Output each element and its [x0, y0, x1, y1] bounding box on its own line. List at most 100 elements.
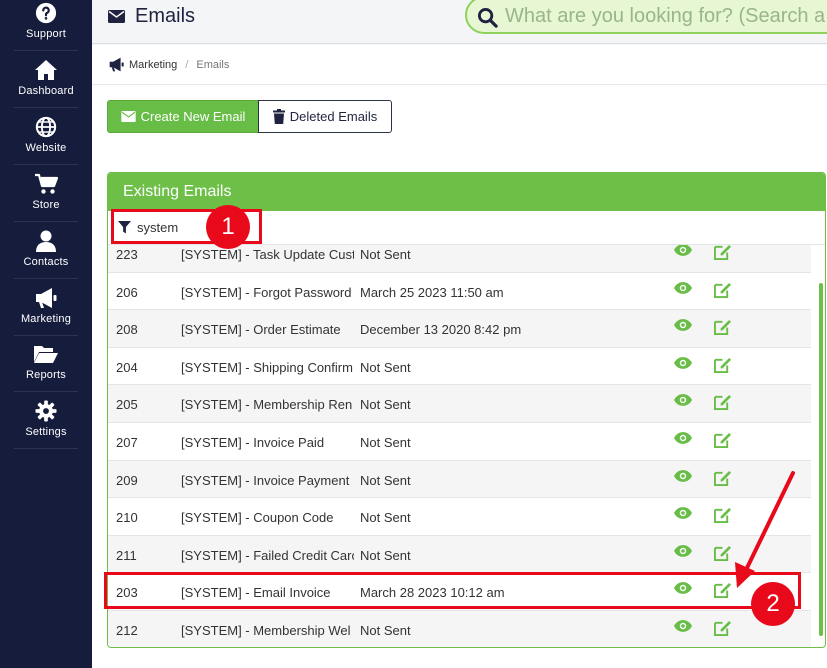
eye-icon	[674, 507, 692, 520]
table-row[interactable]: 209 [SYSTEM] - Invoice Payment Not Sent	[108, 460, 811, 499]
email-id: 203	[116, 585, 138, 601]
edit-icon	[714, 432, 731, 449]
megaphone-icon	[36, 288, 57, 308]
sidebar-item-contacts[interactable]: Contacts	[14, 222, 78, 279]
main-content: Marketing / Emails Create New Email Dele…	[92, 45, 827, 668]
table-row[interactable]: 205 [SYSTEM] - Membership Ren Not Sent	[108, 385, 811, 423]
eye-icon	[674, 244, 692, 256]
eye-icon	[674, 544, 692, 557]
view-email-button[interactable]	[674, 432, 692, 447]
table-row[interactable]: 211 [SYSTEM] - Failed Credit Carc Not Sent	[108, 535, 811, 574]
view-email-button[interactable]	[674, 281, 692, 297]
email-name: [SYSTEM] - Order Estimate	[181, 322, 341, 338]
envelope-icon	[108, 10, 125, 23]
view-email-button[interactable]	[674, 507, 692, 522]
divider	[92, 84, 827, 85]
eye-icon	[674, 469, 692, 482]
home-icon	[35, 60, 57, 80]
sidebar-item-label: Website	[25, 142, 67, 154]
email-sent-date: Not Sent	[360, 397, 411, 413]
view-email-button[interactable]	[674, 620, 692, 635]
view-email-button[interactable]	[674, 394, 692, 409]
breadcrumb-marketing-link[interactable]: Marketing	[129, 59, 177, 71]
edit-email-button[interactable]	[713, 357, 732, 377]
edit-email-button[interactable]	[713, 282, 732, 302]
table-row[interactable]: 212 [SYSTEM] - Membership Wel Not Sent	[108, 610, 811, 647]
sidebar-item-marketing[interactable]: Marketing	[14, 279, 78, 336]
view-email-button[interactable]	[674, 244, 692, 259]
email-sent-date: Not Sent	[360, 472, 411, 488]
sidebar-item-label: Marketing	[20, 313, 72, 325]
edit-icon	[714, 320, 731, 336]
eye-icon	[674, 356, 692, 369]
edit-email-button[interactable]	[713, 620, 732, 640]
table-row[interactable]: 208 [SYSTEM] - Order Estimate December 13 …	[108, 310, 811, 348]
top-header: Emails	[92, 0, 827, 44]
search-input[interactable]	[505, 1, 827, 31]
sidebar-item-support[interactable]: Support	[14, 0, 78, 51]
email-name: [SYSTEM] - Email Invoice	[181, 585, 331, 601]
sidebar-item-label: Settings	[25, 426, 67, 438]
scrollbar-thumb[interactable]	[819, 283, 823, 636]
sidebar-item-reports[interactable]: Reports	[14, 335, 78, 392]
email-id: 206	[116, 284, 138, 300]
page-title: Emails	[108, 5, 195, 28]
create-new-email-label: Create New Email	[140, 109, 246, 124]
sidebar: Support Dashboard Website Store Contacts…	[0, 0, 92, 668]
deleted-emails-label: Deleted Emails	[289, 109, 378, 124]
search-icon	[477, 7, 498, 28]
view-email-button[interactable]	[674, 319, 692, 334]
email-sent-date: Not Sent	[360, 547, 411, 563]
email-sent-date: Not Sent	[360, 359, 411, 375]
breadcrumb-separator: /	[185, 58, 189, 71]
sidebar-item-label: Reports	[26, 369, 66, 381]
edit-email-button[interactable]	[713, 319, 732, 339]
view-email-button[interactable]	[674, 356, 692, 372]
view-email-button[interactable]	[674, 582, 692, 597]
email-name: [SYSTEM] - Invoice Payment	[181, 472, 350, 488]
eye-icon	[674, 394, 692, 407]
email-id: 208	[116, 322, 138, 338]
table-row[interactable]: 203 [SYSTEM] - Email Invoice March 28 2023…	[108, 573, 811, 611]
sidebar-item-website[interactable]: Website	[14, 108, 78, 165]
megaphone-icon	[109, 57, 124, 72]
email-name: [SYSTEM] - Membership Wel	[181, 622, 351, 638]
annotation-arrow	[735, 471, 795, 588]
email-name: [SYSTEM] - Shipping Confirm	[181, 359, 353, 375]
email-name: [SYSTEM] - Membership Ren	[181, 397, 353, 413]
sidebar-item-dashboard[interactable]: Dashboard	[14, 51, 78, 108]
table-row[interactable]: 207 [SYSTEM] - Invoice Paid Not Sent	[108, 422, 811, 461]
email-name: [SYSTEM] - Failed Credit Carc	[181, 547, 354, 563]
edit-email-button[interactable]	[713, 394, 732, 414]
sidebar-item-store[interactable]: Store	[14, 165, 78, 222]
table-row[interactable]: 206 [SYSTEM] - Forgot Password March 25 20…	[108, 272, 811, 311]
table-row[interactable]: 210 [SYSTEM] - Coupon Code Not Sent	[108, 498, 811, 536]
email-id: 223	[116, 247, 138, 262]
email-id: 207	[116, 434, 138, 450]
table-row[interactable]: 204 [SYSTEM] - Shipping Confirm Not Sent	[108, 347, 811, 386]
view-email-button[interactable]	[674, 544, 692, 560]
page-title-text: Emails	[135, 5, 196, 27]
email-name: [SYSTEM] - Coupon Code	[181, 510, 334, 526]
folder-open-icon	[34, 346, 58, 363]
eye-icon	[674, 319, 692, 332]
annotation-badge-1: 1	[206, 205, 250, 249]
global-search[interactable]	[465, 0, 827, 34]
trash-icon	[272, 109, 285, 124]
sidebar-item-label: Store	[32, 199, 60, 211]
edit-icon	[714, 395, 731, 411]
deleted-emails-button[interactable]: Deleted Emails	[258, 100, 392, 133]
email-id: 209	[116, 472, 138, 488]
edit-email-button[interactable]	[713, 244, 732, 264]
view-email-button[interactable]	[674, 469, 692, 485]
email-id: 205	[116, 397, 138, 413]
edit-email-button[interactable]	[713, 432, 732, 452]
panel-title: Existing Emails	[108, 173, 825, 211]
eye-icon	[674, 582, 692, 595]
breadcrumb-current: Emails	[196, 58, 230, 71]
email-sent-date: December 13 2020 8:42 pm	[360, 322, 522, 338]
sidebar-item-settings[interactable]: Settings	[14, 392, 78, 449]
create-new-email-button[interactable]: Create New Email	[107, 100, 259, 133]
edit-icon	[714, 357, 731, 373]
sidebar-item-label: Support	[26, 28, 66, 40]
